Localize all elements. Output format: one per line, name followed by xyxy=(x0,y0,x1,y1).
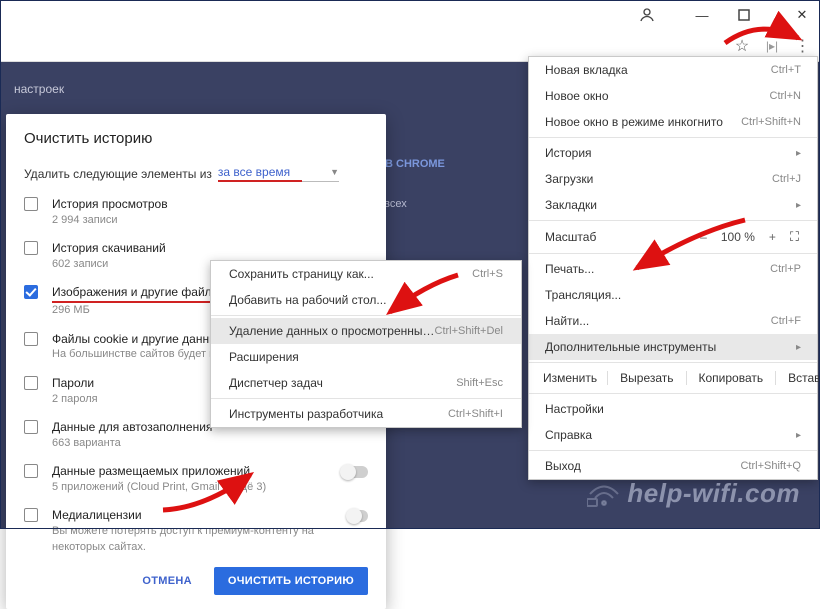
menu-bookmarks[interactable]: Закладки▸ xyxy=(529,192,817,218)
zoom-out-button[interactable]: – xyxy=(700,230,707,244)
submenu-extensions[interactable]: Расширения xyxy=(211,344,521,370)
checkbox-row: История просмотров2 994 записи xyxy=(24,196,368,228)
cancel-button[interactable]: ОТМЕНА xyxy=(130,567,203,595)
submenu-save-page[interactable]: Сохранить страницу как...Ctrl+S xyxy=(211,261,521,287)
menu-history[interactable]: История▸ xyxy=(529,140,817,166)
menu-find[interactable]: Найти...Ctrl+F xyxy=(529,308,817,334)
checkbox[interactable] xyxy=(24,420,38,434)
zoom-in-button[interactable]: + xyxy=(769,230,776,244)
time-range-select[interactable]: за все время▼ xyxy=(218,165,339,182)
submenu-add-desktop[interactable]: Добавить на рабочий стол... xyxy=(211,287,521,313)
checkbox-label: Пароли2 пароля xyxy=(52,375,98,407)
checkbox-label: МедиалицензииВы можете потерять доступ к… xyxy=(52,507,334,555)
menu-incognito[interactable]: Новое окно в режиме инкогнитоCtrl+Shift+… xyxy=(529,109,817,135)
checkbox-label: История просмотров2 994 записи xyxy=(52,196,168,228)
toggle[interactable] xyxy=(348,510,368,522)
maximize-button[interactable] xyxy=(738,9,766,21)
more-tools-submenu: Сохранить страницу как...Ctrl+S Добавить… xyxy=(210,260,522,428)
bg-settings-label: настроек xyxy=(14,82,64,96)
checkbox[interactable] xyxy=(24,285,38,299)
menu-new-window[interactable]: Новое окноCtrl+N xyxy=(529,83,817,109)
submenu-task-manager[interactable]: Диспетчер задачShift+Esc xyxy=(211,370,521,396)
extension-icon[interactable]: |▸| xyxy=(760,39,784,53)
checkbox-row: МедиалицензииВы можете потерять доступ к… xyxy=(24,507,368,555)
checkbox[interactable] xyxy=(24,508,38,522)
menu-more-tools[interactable]: Дополнительные инструменты▸ xyxy=(529,334,817,360)
menu-edit-row: Изменить Вырезать Копировать Вставить xyxy=(529,365,817,391)
checkbox[interactable] xyxy=(24,464,38,478)
checkbox-label: Данные для автозаполнения663 варианта xyxy=(52,419,212,451)
menu-icon[interactable]: ⋮ xyxy=(790,36,814,56)
menu-settings[interactable]: Настройки xyxy=(529,396,817,422)
checkbox-label: Данные размещаемых приложений5 приложени… xyxy=(52,463,266,495)
fullscreen-icon[interactable]: ⛶ xyxy=(790,229,801,245)
watermark: help-wifi.com xyxy=(587,478,800,509)
menu-print[interactable]: Печать...Ctrl+P xyxy=(529,256,817,282)
chrome-main-menu: Новая вкладкаCtrl+T Новое окноCtrl+N Нов… xyxy=(528,56,818,480)
menu-zoom: Масштаб – 100 % + ⛶ xyxy=(529,223,817,251)
minimize-button[interactable]: — xyxy=(688,8,716,23)
menu-exit[interactable]: ВыходCtrl+Shift+Q xyxy=(529,453,817,479)
zoom-value: 100 % xyxy=(721,230,755,244)
dialog-range-label: Удалить следующие элементы из xyxy=(24,167,212,181)
menu-help[interactable]: Справка▸ xyxy=(529,422,817,448)
checkbox[interactable] xyxy=(24,241,38,255)
account-icon[interactable] xyxy=(638,6,666,24)
menu-downloads[interactable]: ЗагрузкиCtrl+J xyxy=(529,166,817,192)
menu-paste[interactable]: Вставить xyxy=(775,371,820,385)
star-icon[interactable]: ☆ xyxy=(730,36,754,56)
menu-cast[interactable]: Трансляция... xyxy=(529,282,817,308)
menu-new-tab[interactable]: Новая вкладкаCtrl+T xyxy=(529,57,817,83)
close-button[interactable]: ✕ xyxy=(788,7,816,23)
clear-history-button[interactable]: ОЧИСТИТЬ ИСТОРИЮ xyxy=(214,567,368,595)
submenu-dev-tools[interactable]: Инструменты разработчикаCtrl+Shift+I xyxy=(211,401,521,427)
submenu-clear-browsing-data[interactable]: Удаление данных о просмотренных страница… xyxy=(211,318,521,344)
bg-chrome-label: В CHROME xyxy=(385,158,445,170)
dialog-title: Очистить историю xyxy=(24,130,368,147)
menu-cut[interactable]: Вырезать xyxy=(607,371,685,385)
checkbox[interactable] xyxy=(24,197,38,211)
toggle[interactable] xyxy=(342,466,368,478)
checkbox[interactable] xyxy=(24,332,38,346)
checkbox[interactable] xyxy=(24,376,38,390)
checkbox-label: История скачиваний602 записи xyxy=(52,240,166,272)
menu-copy[interactable]: Копировать xyxy=(686,371,776,385)
checkbox-row: Данные размещаемых приложений5 приложени… xyxy=(24,463,368,495)
